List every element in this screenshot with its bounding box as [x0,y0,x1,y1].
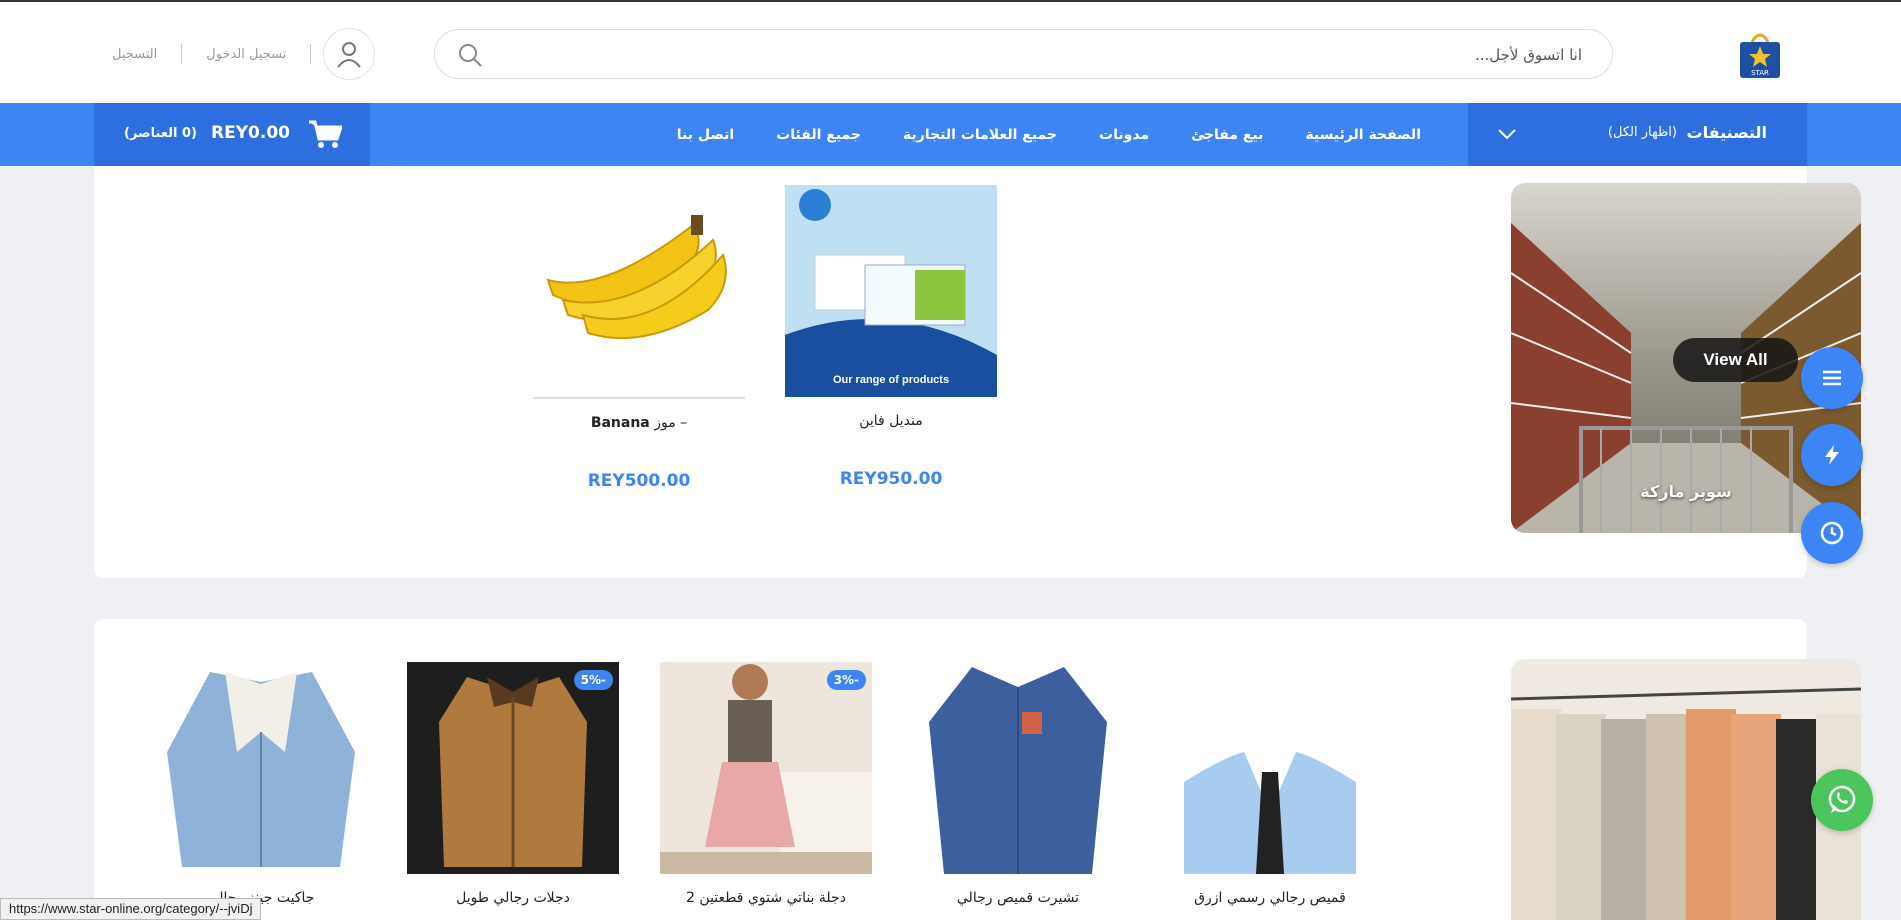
categories-title: التصنيفات [1686,123,1767,142]
nav-links: الصفحة الرئيسية بيع مفاجئ مدونات جميع ال… [677,103,1421,166]
login-link[interactable]: تسجيل الدخول [194,47,298,62]
divider [181,44,183,64]
clock-icon [1820,521,1844,545]
whatsapp-icon [1828,785,1856,813]
divider [310,44,312,64]
banner-title: سوبر ماركة [1640,482,1732,501]
categories-dropdown[interactable]: التصنيفات (اظهار الكل) [1468,103,1807,166]
user-icon[interactable] [323,28,376,80]
cart-item-count: (0 العناصر) [124,126,197,141]
cart-total: REY0.00 [211,123,290,143]
recent-fab[interactable] [1801,502,1863,564]
divider [533,397,745,399]
product-name[interactable]: دجلات رجالي طويل [407,890,619,906]
svg-text:Our range of products: Our range of products [833,374,949,386]
nav-contact[interactable]: اتصل بنا [677,127,734,143]
product-name[interactable]: Banana موز – [533,415,745,431]
whatsapp-button[interactable] [1811,769,1873,831]
product-name-ar: موز – [654,415,688,431]
product-name[interactable]: منديل فاين [785,413,997,429]
register-link[interactable]: التسجيل [100,47,169,62]
product-card[interactable]: Our range of products منديل فاين REY950.… [785,185,997,489]
product-image[interactable] [533,185,745,397]
main-navbar: التصنيفات (اظهار الكل) الصفحة الرئيسية ب… [0,103,1901,166]
discount-badge: 3%- [826,670,866,690]
product-name[interactable]: تشيرت قميص رجالي [912,890,1124,906]
product-image[interactable] [912,662,1124,874]
nav-all-brands[interactable]: جميع العلامات التجارية [903,127,1057,143]
product-image[interactable]: Our range of products [785,185,997,397]
account-area: تسجيل الدخول التسجيل [100,28,376,80]
show-all-link[interactable]: (اظهار الكل) [1608,125,1677,140]
product-name-en: Banana [590,415,650,431]
product-image[interactable] [1164,662,1376,874]
product-card[interactable]: Banana موز – REY500.00 [533,185,745,491]
product-name[interactable]: دجلة بناتي شتوي قطعتين 2 [660,890,872,906]
product-card[interactable]: قميص رجالي رسمي ازرق [1164,662,1376,906]
categories-fab[interactable] [1801,347,1863,409]
top-header: STAR تسجيل الدخول التسجيل [0,0,1901,103]
search-bar [434,29,1613,79]
product-card[interactable]: 3%- دجلة بناتي شتوي قطعتين 2 [660,662,872,906]
search-icon[interactable] [457,42,483,68]
menu-icon [1823,370,1841,386]
cart-button[interactable]: REY0.00 (0 العناصر) [94,103,370,166]
product-image[interactable]: 3%- [660,662,872,874]
supermarket-section: View All سوبر ماركة Our range of product… [94,166,1861,578]
nav-blogs[interactable]: مدونات [1099,127,1149,143]
product-name[interactable]: قميص رجالي رسمي ازرق [1164,890,1376,906]
search-input[interactable] [532,42,1582,68]
nav-flash-sale[interactable]: بيع مفاجئ [1191,127,1263,143]
fashion-banner[interactable] [1511,659,1861,920]
product-price: REY500.00 [587,471,691,491]
cart-icon [309,120,342,148]
star-logo[interactable]: STAR [1736,28,1784,80]
nav-all-categories[interactable]: جميع الفئات [776,127,861,143]
lightning-icon [1825,445,1839,465]
product-card[interactable]: جاكيت جينز رجالي [155,662,367,906]
product-card[interactable]: 5%- دجلات رجالي طويل [407,662,619,906]
flash-sale-fab[interactable] [1801,424,1863,486]
status-bar-url: https://www.star-online.org/category/--j… [0,898,262,920]
fashion-section: قميص رجالي رسمي ازرق تشيرت قميص رجالي 3%… [94,619,1861,920]
product-image[interactable]: 5%- [407,662,619,874]
view-all-button[interactable]: View All [1673,338,1798,382]
discount-badge: 5%- [573,670,613,690]
product-image[interactable] [155,662,367,874]
product-price: REY950.00 [839,469,943,489]
chevron-down-icon[interactable] [1496,123,1518,145]
product-card[interactable]: تشيرت قميص رجالي [912,662,1124,906]
nav-home[interactable]: الصفحة الرئيسية [1305,127,1421,143]
svg-text:STAR: STAR [1751,69,1769,77]
